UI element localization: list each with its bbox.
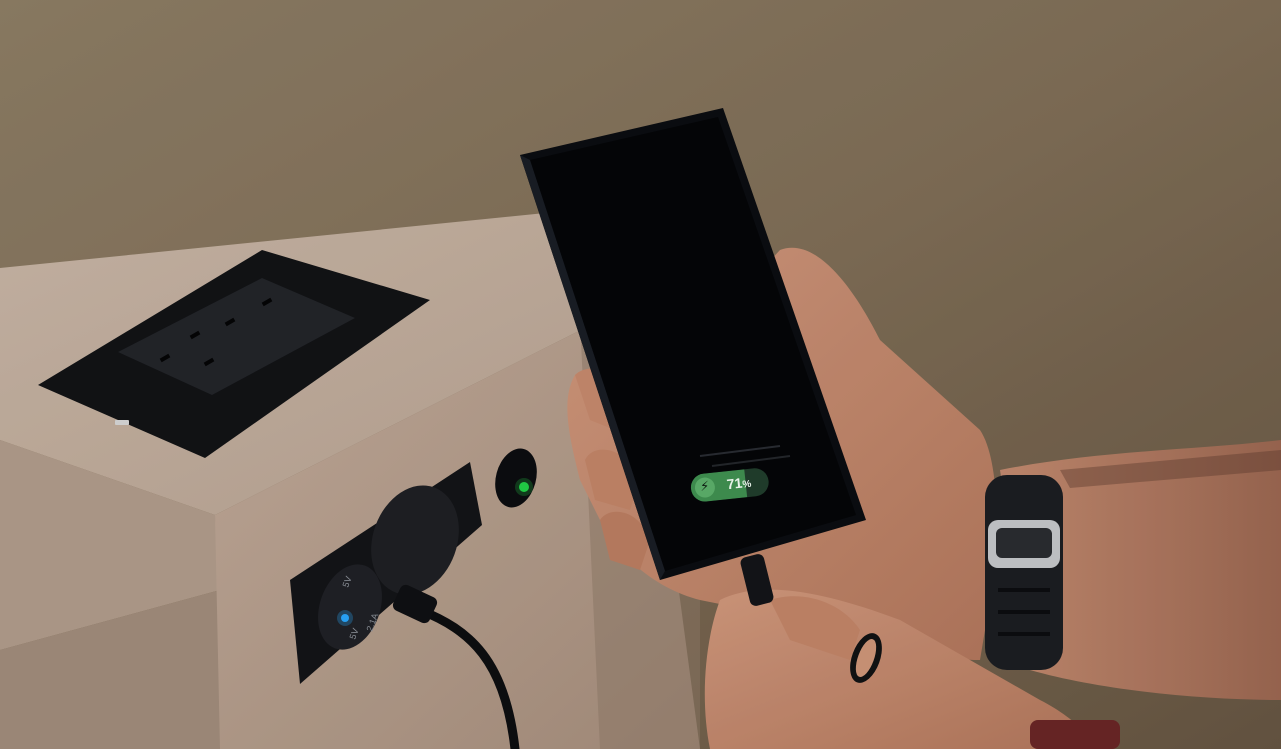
battery-percent-text: 71%: [725, 474, 752, 493]
battery-percent-number: 71: [725, 474, 744, 493]
battery-percent-unit: %: [741, 478, 752, 491]
photo-scene: 5V 5V 2.1A: [0, 0, 1281, 749]
